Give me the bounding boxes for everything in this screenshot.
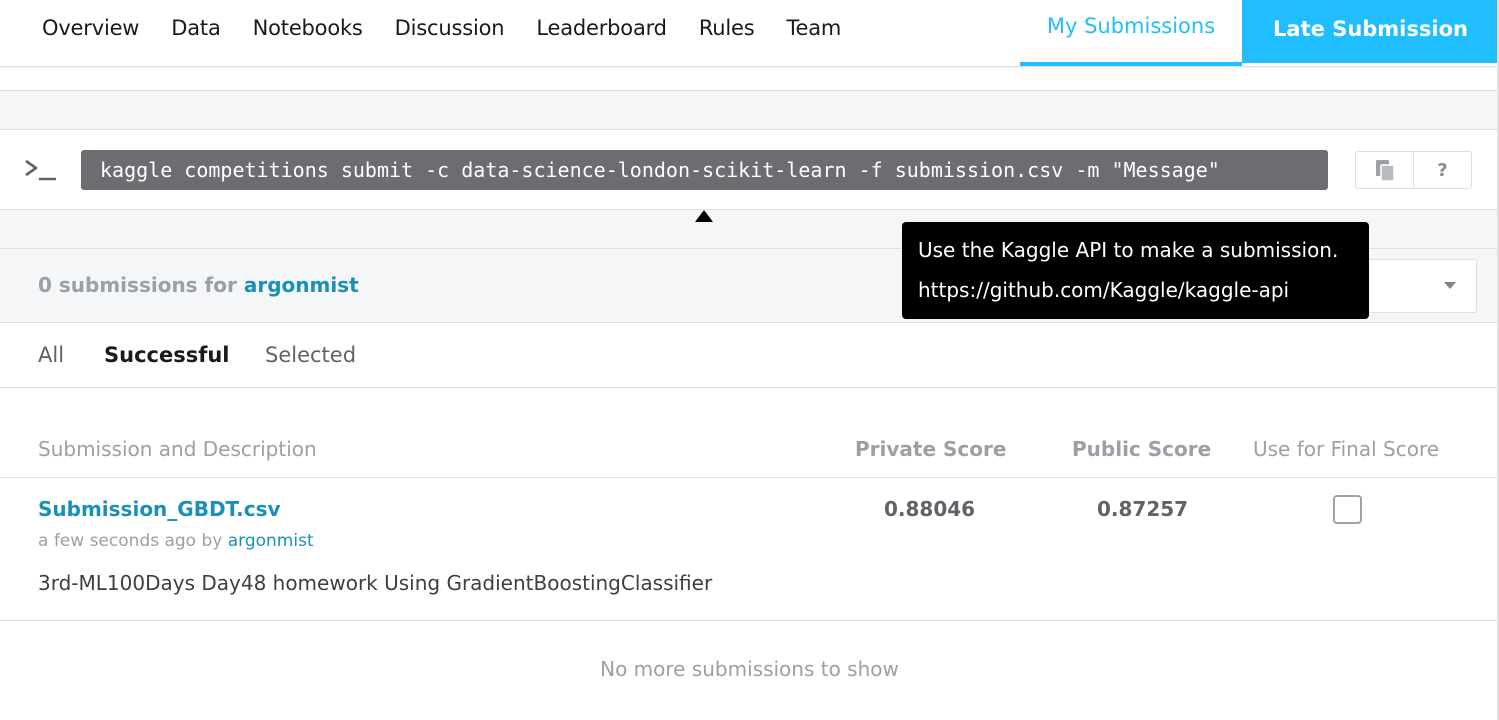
kaggle-api-card: kaggle competitions submit -c data-scien… (0, 129, 1499, 210)
tab-discussion[interactable]: Discussion (379, 16, 521, 40)
tab-overview[interactable]: Overview (26, 16, 155, 40)
column-description: Submission and Description (38, 437, 317, 461)
filter-tab-selected[interactable]: Selected (265, 343, 356, 367)
tab-notebooks[interactable]: Notebooks (237, 16, 379, 40)
column-public-score[interactable]: Public Score (1072, 437, 1211, 461)
tab-data[interactable]: Data (155, 16, 236, 40)
terminal-icon (25, 159, 56, 181)
no-more-submissions: No more submissions to show (600, 657, 899, 681)
header-panel-bottom (0, 68, 1499, 91)
column-final-score: Use for Final Score (1253, 437, 1440, 461)
tab-my-submissions[interactable]: My Submissions (1020, 0, 1242, 66)
submission-count: 0 submissions for argonmist (38, 273, 359, 297)
copy-button[interactable] (1356, 152, 1413, 188)
copy-icon (1375, 160, 1395, 182)
api-tooltip: Use the Kaggle API to make a submission.… (902, 222, 1369, 319)
tab-team[interactable]: Team (770, 16, 857, 40)
api-command-actions: ? (1355, 151, 1472, 189)
final-score-checkbox[interactable] (1333, 495, 1362, 524)
submissions-table-header: Submission and Description Private Score… (0, 437, 1499, 478)
filter-tab-all[interactable]: All (38, 343, 64, 367)
late-submission-button[interactable]: Late Submission (1242, 0, 1499, 63)
help-button[interactable]: ? (1413, 152, 1471, 188)
filter-tab-successful[interactable]: Successful (104, 343, 230, 367)
competition-nav: Overview Data Notebooks Discussion Leade… (0, 0, 1499, 67)
tooltip-link[interactable]: https://github.com/Kaggle/kaggle-api (918, 276, 1353, 304)
submission-description: 3rd-ML100Days Day48 homework Using Gradi… (38, 571, 713, 595)
column-private-score[interactable]: Private Score (855, 437, 1006, 461)
submission-time: a few seconds ago by (38, 531, 223, 551)
submission-count-user[interactable]: argonmist (244, 273, 359, 297)
submission-meta: a few seconds ago by argonmist (38, 531, 314, 551)
table-row: Submission_GBDT.csv a few seconds ago by… (0, 478, 1499, 621)
filter-tabs: All Successful Selected (0, 323, 1499, 388)
private-score: 0.88046 (884, 497, 976, 521)
public-score: 0.87257 (1097, 497, 1189, 521)
tooltip-message: Use the Kaggle API to make a submission. (918, 238, 1339, 262)
api-command[interactable]: kaggle competitions submit -c data-scien… (81, 150, 1328, 190)
tooltip-caret (695, 210, 713, 222)
nav-tabs: Overview Data Notebooks Discussion Leade… (26, 0, 857, 56)
sort-dropdown[interactable] (1360, 259, 1477, 313)
chevron-down-icon (1444, 282, 1456, 289)
submission-count-label: 0 submissions for (38, 273, 237, 297)
tab-leaderboard[interactable]: Leaderboard (520, 16, 682, 40)
tab-rules[interactable]: Rules (683, 16, 771, 40)
submission-file-link[interactable]: Submission_GBDT.csv (38, 497, 281, 521)
help-icon: ? (1437, 159, 1448, 181)
submission-user-link[interactable]: argonmist (228, 531, 314, 551)
